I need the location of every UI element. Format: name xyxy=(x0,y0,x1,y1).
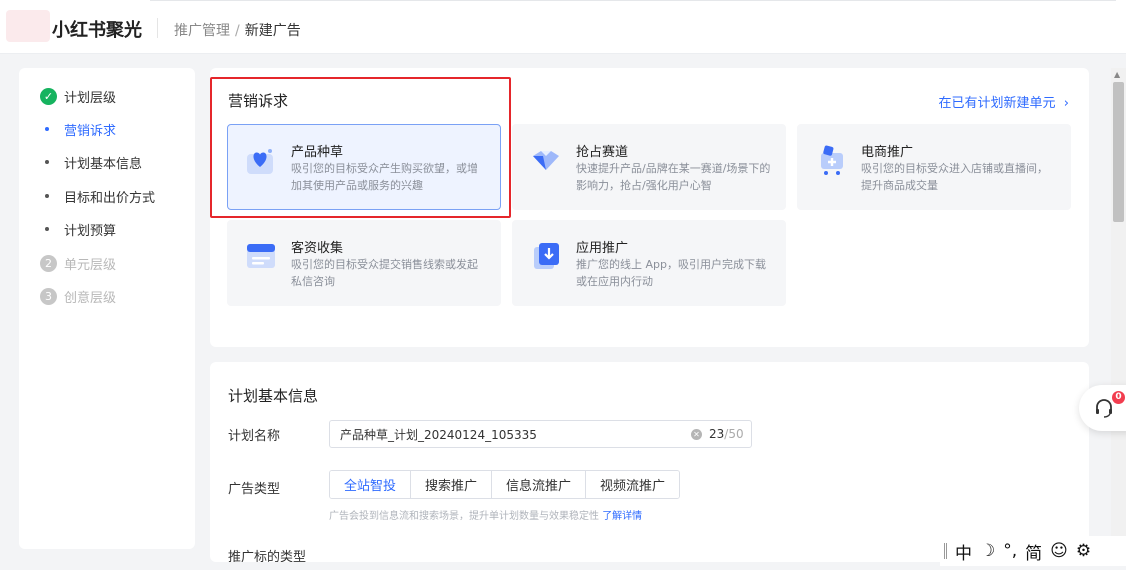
step-label: 计划层级 xyxy=(64,90,117,106)
scroll-up-icon[interactable]: ▲ xyxy=(1114,70,1120,79)
ad-type-label: 广告类型 xyxy=(228,482,281,497)
card-title: 应用推广 xyxy=(576,241,629,256)
sidebar-item-budget[interactable]: 计划预算 xyxy=(45,219,116,239)
hint-text: 广告会投到信息流和搜索场景，提升单计划数量与效果稳定性 xyxy=(329,511,599,522)
card-title: 抢占赛道 xyxy=(576,145,629,160)
punctuation-icon[interactable]: °, xyxy=(1003,541,1017,561)
selection-highlight-box xyxy=(210,77,511,218)
scrollbar-thumb[interactable] xyxy=(1113,82,1124,222)
char-counter: 23/50 xyxy=(709,427,744,441)
step-plan-level[interactable]: ✓ 计划层级 xyxy=(40,86,116,106)
card-title: 客资收集 xyxy=(291,241,344,256)
ime-drag-handle[interactable] xyxy=(944,543,947,559)
link-label: 在已有计划新建单元 xyxy=(938,96,1056,111)
plan-name-field[interactable]: ✕ 23/50 xyxy=(329,420,752,448)
goal-card-lead-collection[interactable]: 客资收集 吸引您的目标受众提交销售线索或发起私信咨询 xyxy=(227,220,501,306)
breadcrumb-separator: / xyxy=(235,23,240,39)
sidebar-item-target-bid[interactable]: 目标和出价方式 xyxy=(45,186,155,206)
ad-type-selector: 全站智投 搜索推广 信息流推广 视频流推广 xyxy=(329,470,681,499)
breadcrumb-current: 新建广告 xyxy=(244,23,301,39)
step-sidebar: ✓ 计划层级 营销诉求 计划基本信息 目标和出价方式 计划预算 2 单元层级 3… xyxy=(19,68,195,549)
clear-icon[interactable]: ✕ xyxy=(691,429,702,440)
breadcrumb-parent[interactable]: 推广管理 xyxy=(174,23,230,39)
header-top-line xyxy=(150,0,1116,1)
breadcrumb: 推广管理 / 新建广告 xyxy=(174,20,301,40)
card-title: 电商推广 xyxy=(861,145,914,160)
ad-type-smart-all[interactable]: 全站智投 xyxy=(330,471,412,498)
learn-more-link[interactable]: 了解详情 xyxy=(602,511,642,522)
sidebar-item-label: 计划预算 xyxy=(64,223,117,239)
step-number-icon: 2 xyxy=(40,254,57,272)
settings-gear-icon[interactable]: ⚙ xyxy=(1076,541,1091,561)
diamond-icon xyxy=(533,151,559,170)
ad-type-hint: 广告会投到信息流和搜索场景，提升单计划数量与效果稳定性 了解详情 xyxy=(329,507,642,522)
goal-card-app-promotion[interactable]: 应用推广 推广您的线上 App，吸引用户完成下载或在应用内行动 xyxy=(512,220,786,306)
target-type-label: 推广标的类型 xyxy=(228,550,307,562)
step-label: 单元层级 xyxy=(64,257,117,273)
step-number-icon: 3 xyxy=(40,287,57,305)
ad-type-feed[interactable]: 信息流推广 xyxy=(491,471,586,498)
bullet-icon xyxy=(45,227,49,231)
moon-icon[interactable]: ☽ xyxy=(980,541,995,561)
customer-support-button[interactable]: 0 xyxy=(1079,385,1126,431)
sidebar-item-marketing-goal[interactable]: 营销诉求 xyxy=(45,119,116,139)
step-creative-level[interactable]: 3 创意层级 xyxy=(40,286,116,306)
plan-name-label: 计划名称 xyxy=(228,429,281,444)
logo-icon xyxy=(6,10,50,42)
card-desc: 吸引您的目标受众提交销售线索或发起私信咨询 xyxy=(291,258,478,288)
check-circle-icon: ✓ xyxy=(40,87,57,105)
chevron-right-icon: › xyxy=(1059,96,1069,111)
sidebar-item-label: 营销诉求 xyxy=(64,123,117,139)
form-card-icon xyxy=(247,244,275,268)
emoji-icon[interactable]: ☺ xyxy=(1050,541,1068,561)
ad-type-video-feed[interactable]: 视频流推广 xyxy=(585,471,680,498)
ime-chinese-mode[interactable]: 中 xyxy=(955,539,972,564)
basic-info-panel: 计划基本信息 计划名称 ✕ 23/50 广告类型 全站智投 搜索推广 信息流推广… xyxy=(210,362,1089,562)
goal-card-track-grab[interactable]: 抢占赛道 快速提升产品/品牌在某一赛道/场景下的影响力，抢占/强化用户心智 xyxy=(512,124,786,210)
bullet-icon xyxy=(45,127,49,131)
new-unit-link[interactable]: 在已有计划新建单元 › xyxy=(939,92,1070,111)
ime-simplified-mode[interactable]: 简 xyxy=(1025,539,1042,564)
notification-badge: 0 xyxy=(1112,391,1125,404)
sidebar-item-label: 计划基本信息 xyxy=(64,156,143,172)
step-unit-level[interactable]: 2 单元层级 xyxy=(40,253,116,273)
goal-card-ecommerce[interactable]: 电商推广 吸引您的目标受众进入店铺或直播间，提升商品成交量 xyxy=(797,124,1071,210)
card-desc: 快速提升产品/品牌在某一赛道/场景下的影响力，抢占/强化用户心智 xyxy=(576,162,771,192)
top-header: 小红书聚光 推广管理 / 新建广告 xyxy=(0,0,1126,54)
char-max: /50 xyxy=(724,427,744,441)
card-desc: 推广您的线上 App，吸引用户完成下载或在应用内行动 xyxy=(576,258,766,288)
section-title: 计划基本信息 xyxy=(228,387,319,405)
card-desc: 吸引您的目标受众进入店铺或直播间，提升商品成交量 xyxy=(861,162,1048,192)
plan-name-input[interactable] xyxy=(340,425,680,443)
app-download-icon xyxy=(534,243,559,269)
step-label: 创意层级 xyxy=(64,290,117,306)
bullet-icon xyxy=(45,160,49,164)
app-logo[interactable]: 小红书聚光 xyxy=(52,16,142,42)
sidebar-item-label: 目标和出价方式 xyxy=(64,190,156,206)
header-divider xyxy=(157,18,158,38)
ad-type-search[interactable]: 搜索推广 xyxy=(410,471,492,498)
bullet-icon xyxy=(45,194,49,198)
char-count: 23 xyxy=(709,427,725,441)
sidebar-item-basic-info[interactable]: 计划基本信息 xyxy=(45,152,142,172)
shopping-cart-icon xyxy=(821,145,843,175)
ime-toolbar: 中 ☽ °, 简 ☺ ⚙ xyxy=(940,536,1126,566)
